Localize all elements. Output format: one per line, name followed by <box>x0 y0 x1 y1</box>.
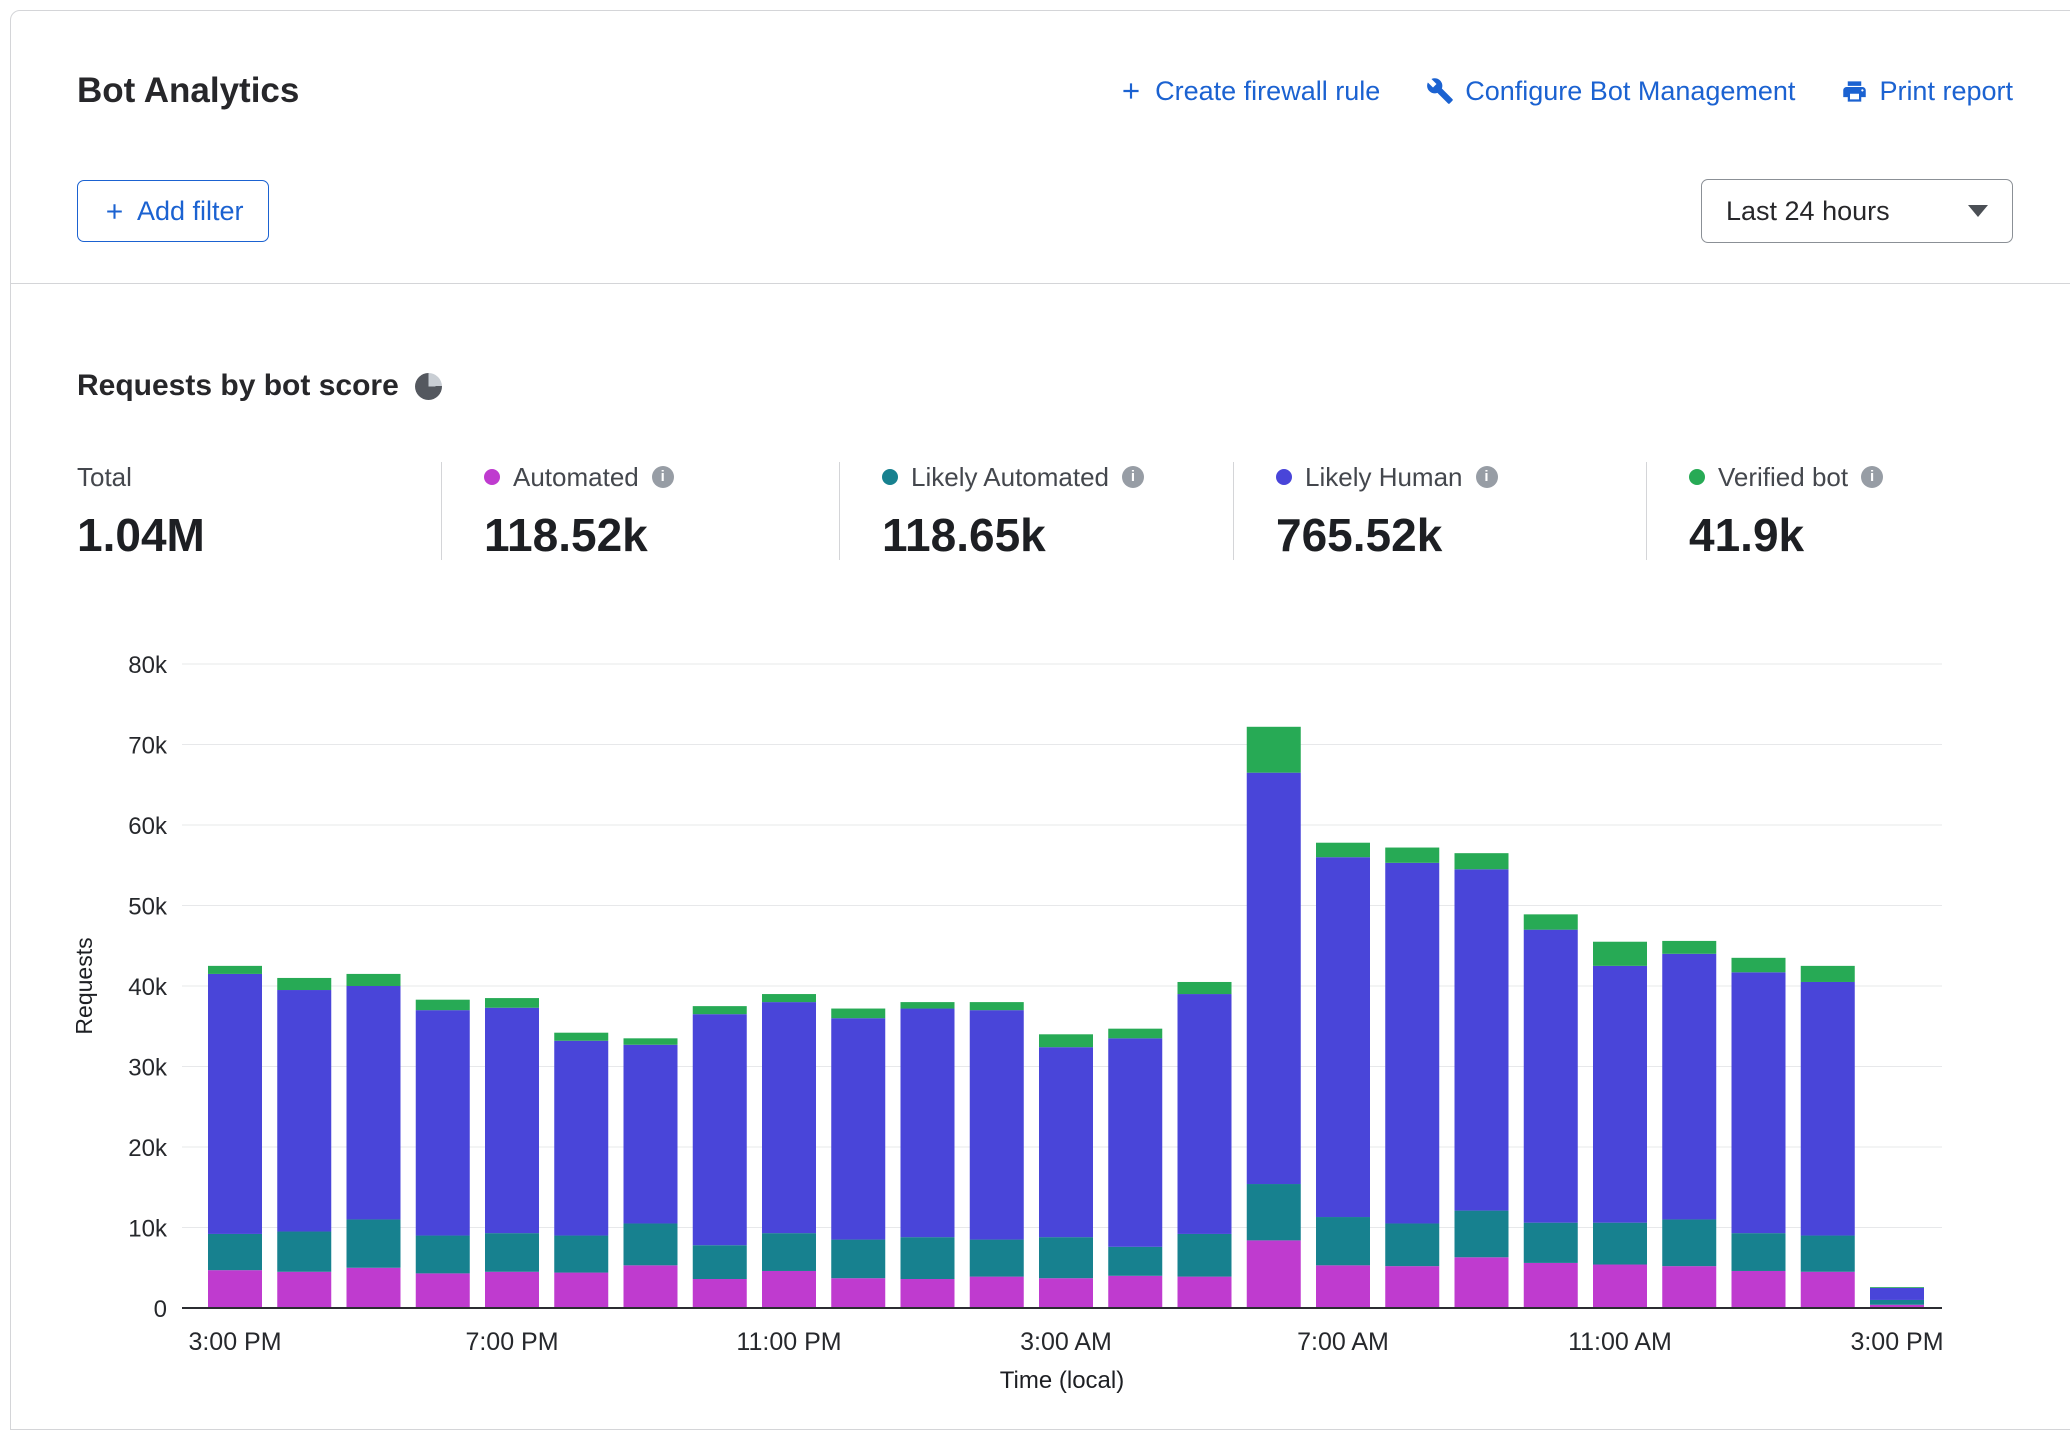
add-filter-button[interactable]: Add filter <box>77 180 269 242</box>
page-title: Bot Analytics <box>77 67 299 115</box>
svg-text:3:00 AM: 3:00 AM <box>1020 1328 1112 1356</box>
requests-by-bot-score-section: Requests by bot score Total 1.04M Automa… <box>11 368 2070 1396</box>
stat-likely-human-value: 765.52k <box>1276 510 1626 560</box>
svg-text:80k: 80k <box>128 652 168 679</box>
stat-likely-automated-value: 118.65k <box>882 510 1213 560</box>
automated-legend-dot <box>484 469 500 485</box>
svg-text:40k: 40k <box>128 974 168 1001</box>
bar-chart: 0 10k 20k 30k 40k 50k 60k 70k 80k 3:00 PM 7:00 PM 1… <box>67 644 2057 1396</box>
configure-bot-management-link[interactable]: Configure Bot Management <box>1426 76 1795 107</box>
stat-automated: Automated i 118.52k <box>441 462 839 560</box>
info-icon[interactable]: i <box>1122 466 1144 488</box>
svg-text:30k: 30k <box>128 1055 168 1082</box>
requests-chart: 0 10k 20k 30k 40k 50k 60k 70k 80k 3:00 PM 7:00 PM 1… <box>67 644 2013 1396</box>
print-report-link[interactable]: Print report <box>1841 76 2013 107</box>
stat-verified-bot: Verified bot i 41.9k <box>1646 462 1903 560</box>
stat-total-label: Total <box>77 462 132 492</box>
svg-text:7:00 PM: 7:00 PM <box>465 1328 558 1356</box>
svg-text:0: 0 <box>154 1296 167 1323</box>
stat-total-value: 1.04M <box>77 510 421 560</box>
svg-text:20k: 20k <box>128 1135 168 1162</box>
stat-automated-label: Automated <box>513 462 639 492</box>
bot-analytics-panel: Bot Analytics Create firewall rule Confi… <box>10 10 2070 1430</box>
wrench-icon <box>1426 77 1454 105</box>
svg-text:3:00 PM: 3:00 PM <box>1850 1328 1943 1356</box>
chevron-down-icon <box>1968 205 1988 217</box>
stat-verified-bot-label: Verified bot <box>1718 462 1848 492</box>
svg-text:60k: 60k <box>128 813 168 840</box>
verified-bot-legend-dot <box>1689 469 1705 485</box>
configure-bot-management-label: Configure Bot Management <box>1465 76 1795 107</box>
stat-likely-automated-label: Likely Automated <box>911 462 1109 492</box>
stat-likely-human: Likely Human i 765.52k <box>1233 462 1646 560</box>
stat-automated-value: 118.52k <box>484 510 819 560</box>
printer-icon <box>1841 78 1868 105</box>
svg-text:Time (local): Time (local) <box>1000 1367 1124 1394</box>
svg-text:11:00 AM: 11:00 AM <box>1568 1328 1672 1356</box>
svg-text:11:00 PM: 11:00 PM <box>736 1328 841 1356</box>
likely-human-legend-dot <box>1276 469 1292 485</box>
stat-verified-bot-value: 41.9k <box>1689 510 1883 560</box>
stat-likely-automated: Likely Automated i 118.65k <box>839 462 1233 560</box>
svg-text:Requests: Requests <box>71 937 97 1034</box>
svg-text:3:00 PM: 3:00 PM <box>188 1328 281 1356</box>
create-firewall-rule-link[interactable]: Create firewall rule <box>1118 76 1380 107</box>
print-report-label: Print report <box>1879 76 2013 107</box>
create-firewall-rule-label: Create firewall rule <box>1155 76 1380 107</box>
header-actions: Create firewall rule Configure Bot Manag… <box>1118 76 2013 107</box>
plus-icon <box>1118 78 1144 104</box>
svg-text:50k: 50k <box>128 894 168 921</box>
info-icon[interactable]: i <box>652 466 674 488</box>
stat-likely-human-label: Likely Human <box>1305 462 1463 492</box>
svg-text:10k: 10k <box>128 1216 168 1243</box>
add-filter-label: Add filter <box>137 196 244 227</box>
time-range-select[interactable]: Last 24 hours <box>1701 179 2013 243</box>
stat-total: Total 1.04M <box>77 462 441 560</box>
svg-text:70k: 70k <box>128 733 168 760</box>
pie-chart-icon <box>415 373 442 400</box>
stats-row: Total 1.04M Automated i 118.52k Likely A… <box>77 462 2013 560</box>
section-title: Requests by bot score <box>77 368 399 404</box>
svg-text:7:00 AM: 7:00 AM <box>1297 1328 1389 1356</box>
plus-icon <box>102 199 127 224</box>
panel-header: Bot Analytics Create firewall rule Confi… <box>11 11 2070 284</box>
info-icon[interactable]: i <box>1476 466 1498 488</box>
time-range-value: Last 24 hours <box>1726 196 1890 227</box>
info-icon[interactable]: i <box>1861 466 1883 488</box>
likely-automated-legend-dot <box>882 469 898 485</box>
